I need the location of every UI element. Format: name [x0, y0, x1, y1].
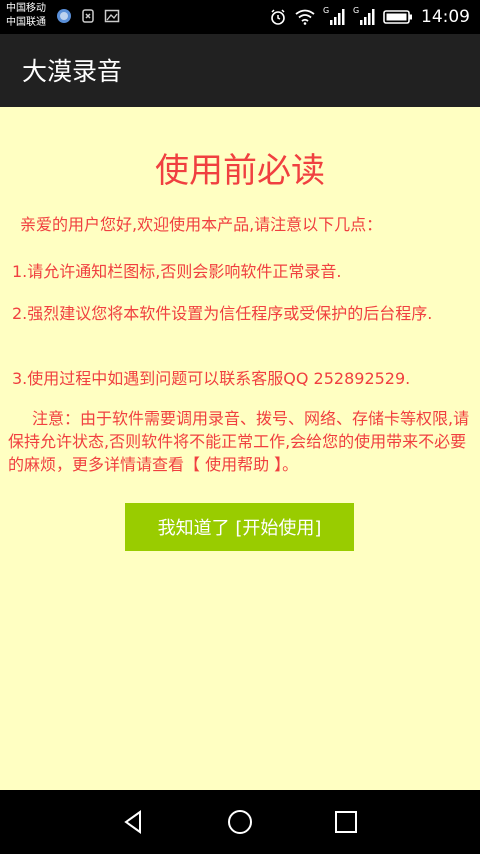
notice-item-3: 3.使用过程中如遇到问题可以联系客服QQ 252892529.	[12, 369, 411, 388]
notification-icons	[56, 8, 120, 24]
status-clock: 14:09	[421, 7, 470, 27]
notice-caution: 注意：由于软件需要调用录音、拨号、网络、存储卡等权限,请保持允许状态,否则软件将…	[8, 409, 470, 474]
message-icon	[57, 9, 71, 23]
start-using-button[interactable]: 我知道了 [开始使用]	[125, 503, 354, 551]
app-title: 大漠录音	[22, 57, 123, 86]
notice-heading: 使用前必读	[155, 151, 325, 191]
alarm-icon	[271, 9, 285, 25]
image-icon	[104, 9, 120, 23]
status-bar: 中国移动 中国联通 G G 14:09	[0, 0, 480, 34]
usb-debug-icon	[82, 9, 94, 23]
notice-item-2: 2.强烈建议您将本软件设置为信任程序或受保护的后台程序.	[12, 304, 433, 323]
carrier-info: 中国移动 中国联通	[6, 2, 46, 30]
signal-icon: G	[323, 6, 345, 26]
recents-icon[interactable]	[332, 808, 360, 836]
home-icon[interactable]	[226, 808, 254, 836]
notice-intro: 亲爱的用户您好,欢迎使用本产品,请注意以下几点：	[20, 215, 383, 234]
carrier-1: 中国移动	[6, 3, 46, 14]
app-bar: 大漠录音	[0, 34, 480, 107]
signal-icon: G	[353, 6, 375, 26]
battery-icon	[383, 10, 412, 24]
wifi-icon	[295, 9, 315, 25]
status-right: G G 14:09	[269, 0, 470, 34]
navigation-bar	[0, 790, 480, 854]
carrier-2: 中国联通	[6, 17, 46, 28]
notice-item-1: 1.请允许通知栏图标,否则会影响软件正常录音.	[12, 262, 342, 281]
back-icon[interactable]	[120, 808, 148, 836]
notice-content: 使用前必读 亲爱的用户您好,欢迎使用本产品,请注意以下几点： 1.请允许通知栏图…	[0, 107, 480, 790]
